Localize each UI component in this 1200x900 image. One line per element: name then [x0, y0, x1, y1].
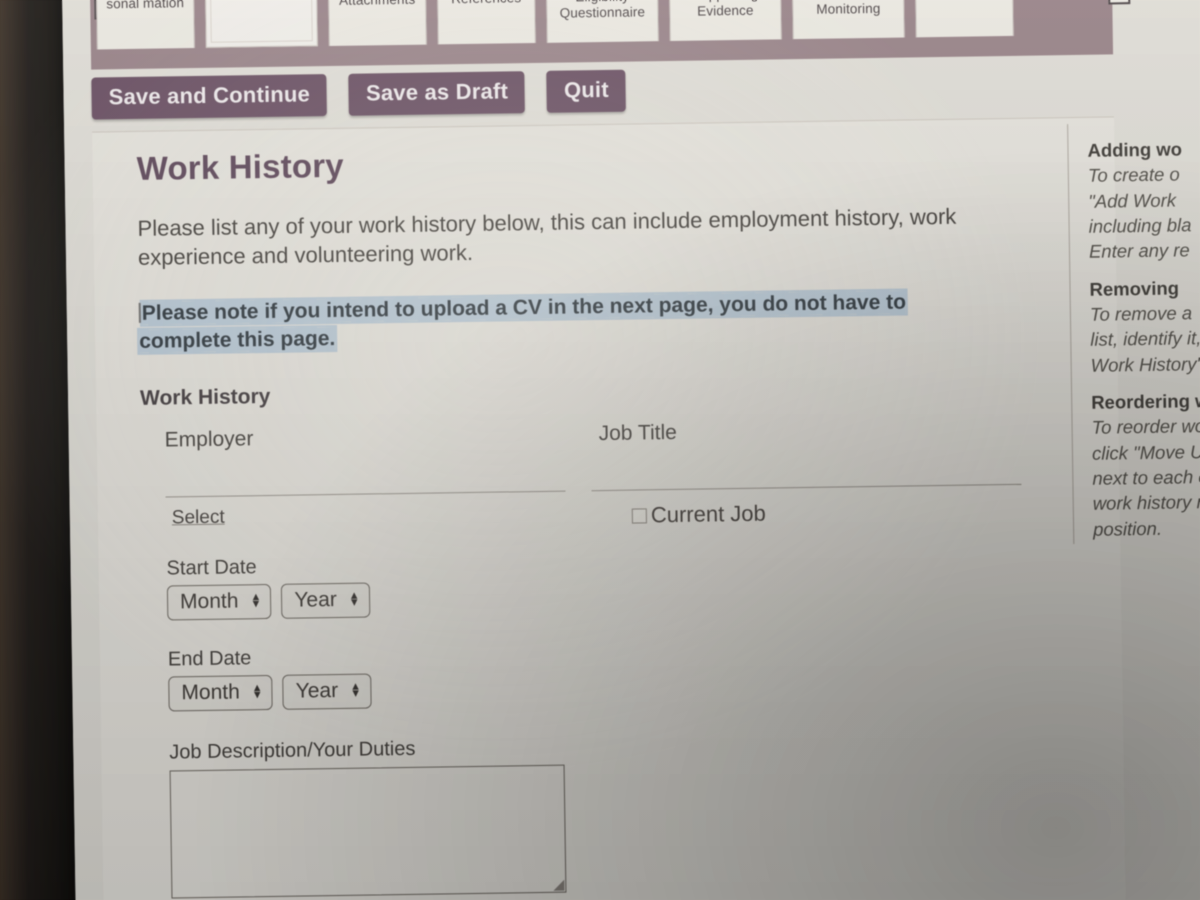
page-title: Work History [136, 146, 345, 187]
text-cursor-icon [138, 302, 141, 323]
tab-label: Diversity Monitoring [816, 0, 881, 17]
tab-label: Attachments [339, 0, 415, 9]
help-heading-adding: Adding wo [1087, 138, 1183, 161]
tab-eligibility-questionnaire[interactable]: Eligibility Questionnaire [545, 0, 659, 43]
tab-attachments[interactable]: Attachments [328, 0, 427, 47]
intro-text: Please list any of your work history bel… [137, 203, 957, 270]
tab-diversity-monitoring[interactable]: Diversity Monitoring [791, 0, 905, 40]
note-line-2: complete this page. [139, 327, 336, 354]
start-date-group: Start Date Month ▲ ▼ Year ▲ ▼ [166, 544, 1043, 621]
employer-select-link[interactable]: Select [172, 506, 225, 529]
wizard-tab-strip: ❮ ❯ sonal mation Work History Attachment… [89, 0, 1131, 70]
current-job-label: Current Job [650, 500, 766, 528]
help-text: "Add Work [1088, 189, 1177, 212]
end-date-selects: Month ▲ ▼ Year ▲ ▼ [168, 663, 1044, 712]
application-form-page: ❮ ❯ sonal mation Work History Attachment… [62, 0, 1200, 900]
tab-label: sonal mation [106, 0, 185, 12]
save-and-continue-button[interactable]: Save and Continue [91, 74, 328, 120]
photograph-frame: ❮ ❯ sonal mation Work History Attachment… [0, 0, 1200, 900]
employer-field-group: Employer Select [141, 422, 592, 530]
start-date-selects: Month ▲ ▼ Year ▲ ▼ [166, 572, 1043, 621]
spinner-arrows-icon: ▲ ▼ [251, 682, 263, 702]
help-text: To remove a [1089, 302, 1193, 325]
form-content-panel: Work History Please list any of your wor… [92, 116, 1200, 900]
help-text: work history rea [1092, 491, 1200, 515]
start-month-value: Month [179, 589, 239, 614]
resize-grip-icon[interactable] [553, 879, 565, 891]
job-description-textarea[interactable] [169, 764, 567, 899]
tab-supporting-evidence[interactable]: Supporting Evidence [668, 0, 782, 41]
employer-label: Employer [164, 426, 254, 452]
monitor-screen: ❮ ❯ sonal mation Work History Attachment… [62, 0, 1200, 900]
save-as-draft-button[interactable]: Save as Draft [348, 71, 526, 116]
current-job-field: Current Job [631, 500, 766, 529]
help-text: position. [1092, 517, 1163, 540]
spinner-arrows-icon: ▲ ▼ [250, 591, 262, 611]
form-action-bar: Save and Continue Save as Draft Quit [91, 69, 627, 120]
help-text: next to each en [1092, 466, 1200, 489]
help-text: Enter any re [1088, 239, 1190, 263]
tab-label: References [451, 0, 521, 7]
tab-label: Eligibility Questionnaire [559, 0, 646, 21]
note-line-1: Please note if you intend to upload a CV… [141, 290, 907, 325]
tab-label: Supporting Evidence [692, 0, 759, 19]
help-text: To create o [1087, 163, 1180, 187]
current-job-checkbox[interactable] [631, 507, 647, 524]
start-month-select[interactable]: Month ▲ ▼ [166, 583, 272, 621]
spinner-arrows-icon: ▲ ▼ [349, 680, 362, 700]
content-sidebar-divider [1067, 124, 1075, 545]
end-year-select[interactable]: Year ▲ ▼ [282, 673, 372, 710]
end-date-group: End Date Month ▲ ▼ Year ▲ ▼ [168, 635, 1045, 712]
employer-jobtitle-row: Employer Select Job Title [141, 415, 1042, 529]
help-text: To reorder wor [1091, 415, 1200, 439]
tab-references[interactable]: References [436, 0, 536, 45]
help-sidebar: Adding wo To create o "Add Work includin… [1087, 135, 1200, 542]
help-text: list, identify it, [1090, 327, 1200, 351]
end-year-value: Year [295, 678, 339, 703]
start-year-select[interactable]: Year ▲ ▼ [281, 582, 370, 619]
tab-review-and-submit[interactable]: Review Subm [914, 0, 1014, 38]
tab-list: sonal mation Work History Attachments Re… [90, 0, 1014, 50]
tab-personal-information[interactable]: sonal mation [96, 0, 195, 50]
employer-input[interactable] [165, 490, 566, 498]
help-heading-removing: Removing [1089, 277, 1180, 300]
help-heading-reordering: Reordering w [1091, 390, 1200, 413]
section-title-work-history: Work History [139, 384, 271, 410]
cv-upload-note: Please note if you intend to upload a CV… [138, 287, 1020, 357]
help-text: click "Move Up [1091, 440, 1200, 464]
end-month-select[interactable]: Month ▲ ▼ [168, 674, 273, 712]
chevron-right-icon[interactable]: ❯ [1107, 0, 1131, 5]
help-text: Work History" [1090, 352, 1200, 376]
start-year-value: Year [294, 587, 337, 612]
tab-work-history[interactable]: Work History [204, 0, 318, 48]
job-title-input[interactable] [591, 483, 1022, 491]
end-month-value: Month [181, 680, 240, 705]
quit-button[interactable]: Quit [546, 69, 627, 113]
form-main-column: Work History Please list any of your wor… [136, 137, 1048, 900]
spinner-arrows-icon: ▲ ▼ [348, 589, 360, 609]
job-description-label: Job Description/Your Duties [169, 737, 416, 764]
job-title-label: Job Title [598, 420, 678, 445]
help-text: including bla [1088, 214, 1192, 237]
